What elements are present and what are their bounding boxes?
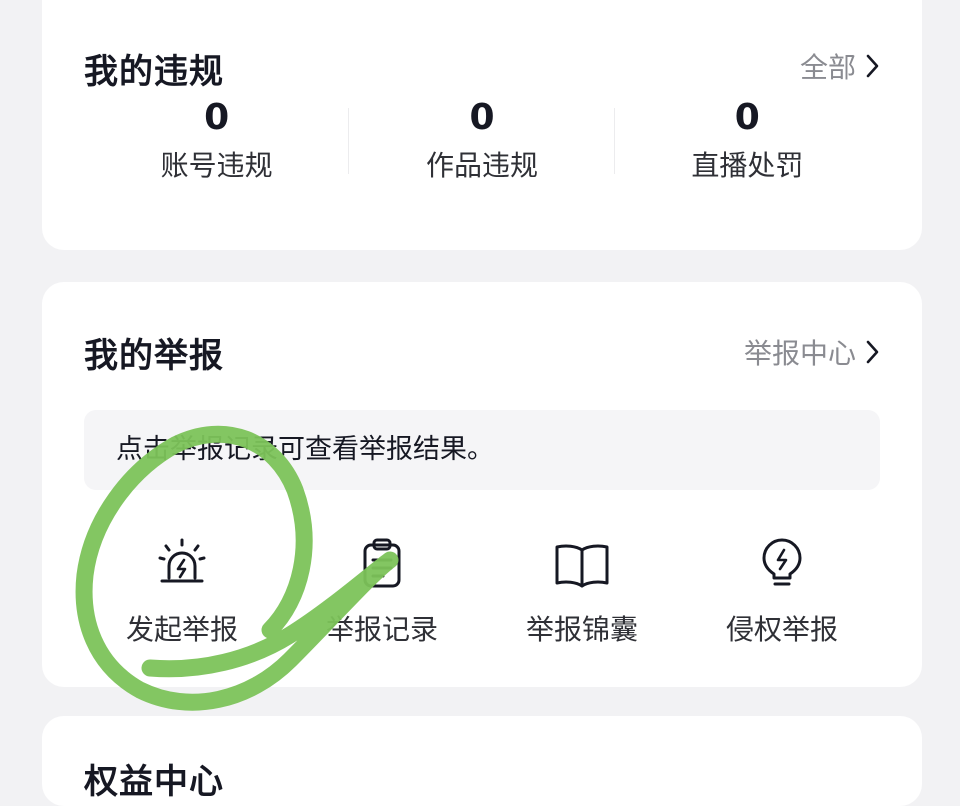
stat-value: 0 (469, 97, 495, 138)
next-card: 权益中心 (42, 716, 922, 806)
stat-live-penalties[interactable]: 0 直播处罚 (615, 98, 880, 188)
stat-label: 作品违规 (425, 149, 538, 182)
view-all-label: 全部 (799, 51, 856, 84)
lightbulb-icon (682, 534, 882, 594)
report-center-link[interactable]: 举报中心 (744, 332, 880, 372)
alarm-lightning-icon (82, 534, 282, 594)
report-history-button[interactable]: 举报记录 (282, 534, 482, 648)
report-center-label: 举报中心 (743, 337, 856, 370)
stat-work-violations[interactable]: 0 作品违规 (349, 97, 615, 188)
reports-card: 我的举报 举报中心 点击举报记录可查看举报结果。 发起举报 举报记录 举报锦囊 … (42, 282, 922, 687)
chevron-right-icon (866, 54, 880, 78)
view-all-violations-link[interactable]: 全部 (800, 46, 880, 86)
action-label: 举报锦囊 (525, 613, 638, 646)
book-icon (482, 534, 682, 594)
action-label: 侵权举报 (725, 613, 838, 646)
violations-card: 我的违规 全部 0 账号违规 0 作品违规 0 直播处罚 (42, 0, 922, 250)
start-report-button[interactable]: 发起举报 (82, 534, 282, 648)
stat-value: 0 (204, 97, 230, 138)
next-card-title: 权益中心 (84, 762, 224, 802)
clipboard-icon (282, 534, 482, 594)
report-tips-button[interactable]: 举报锦囊 (482, 534, 682, 648)
report-notice: 点击举报记录可查看举报结果。 (84, 410, 880, 490)
violation-stats: 0 账号违规 0 作品违规 0 直播处罚 (84, 98, 880, 188)
report-actions: 发起举报 举报记录 举报锦囊 侵权举报 (82, 534, 882, 648)
stat-account-violations[interactable]: 0 账号违规 (84, 97, 350, 188)
violations-title: 我的违规 (84, 52, 224, 92)
chevron-right-icon (866, 340, 880, 364)
stat-label: 账号违规 (160, 149, 273, 182)
reports-title: 我的举报 (84, 336, 224, 376)
action-label: 发起举报 (125, 613, 238, 646)
stat-value: 0 (734, 97, 760, 138)
infringement-report-button[interactable]: 侵权举报 (682, 534, 882, 648)
stat-label: 直播处罚 (691, 149, 804, 182)
action-label: 举报记录 (325, 613, 438, 646)
